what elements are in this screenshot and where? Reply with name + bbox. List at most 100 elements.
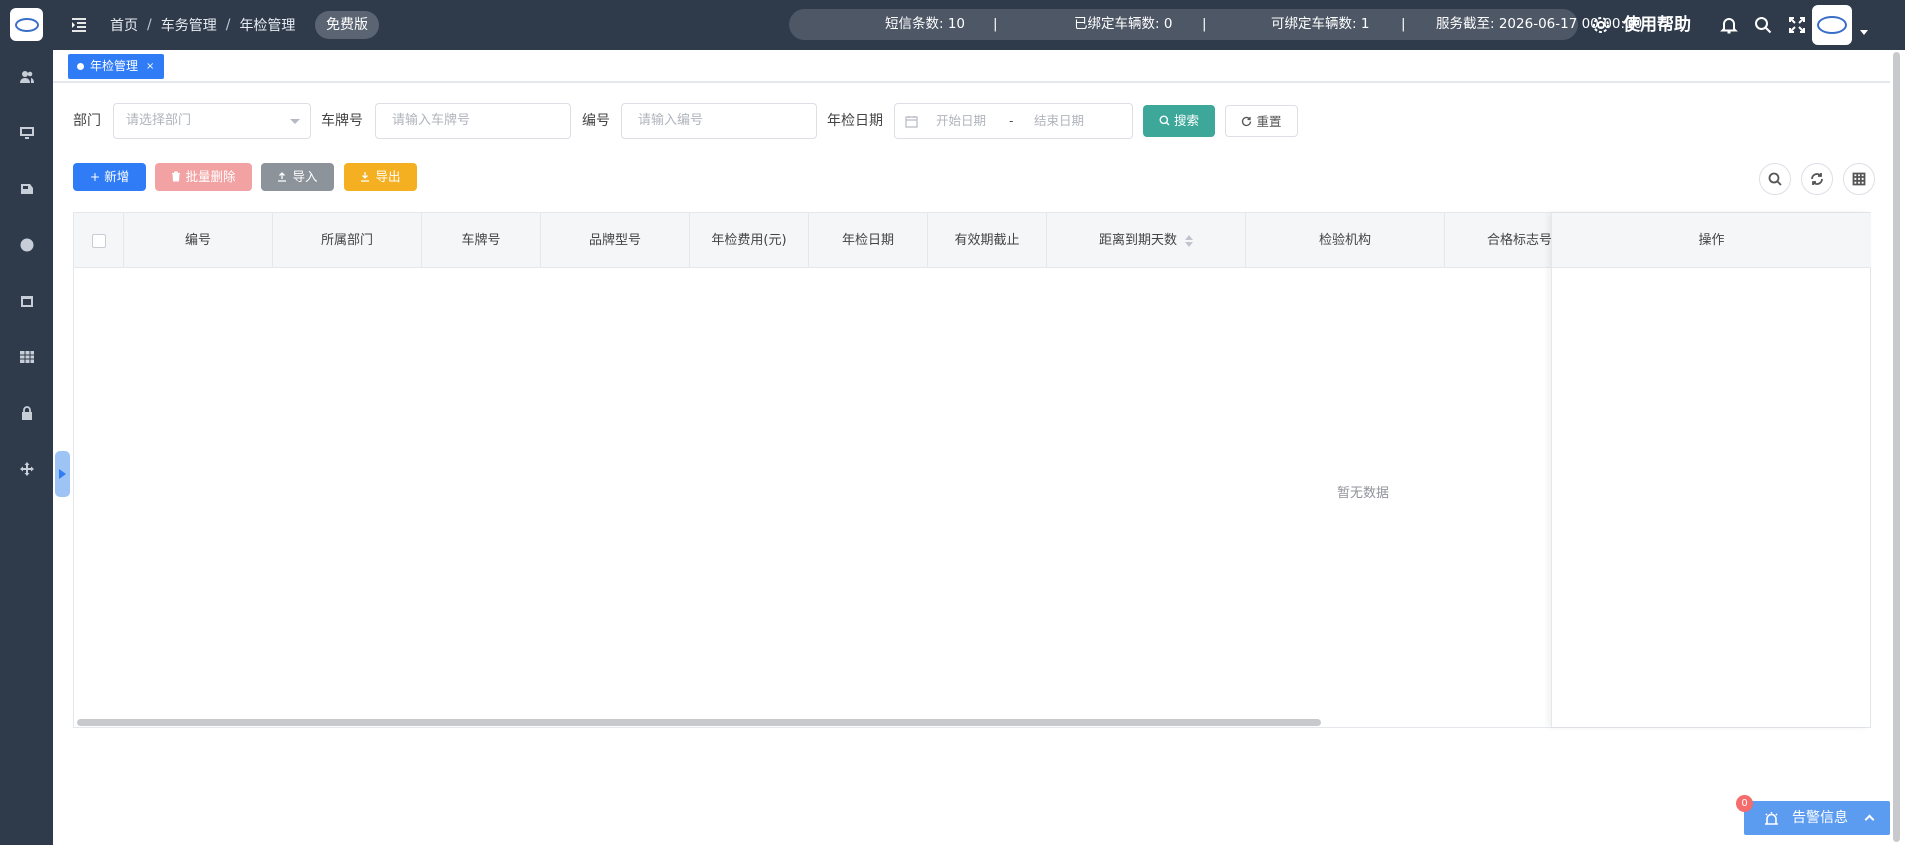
fixed-action-column: 操作 <box>1551 213 1871 727</box>
user-menu-caret-icon[interactable] <box>1860 30 1868 35</box>
grid-icon <box>19 351 34 363</box>
sidebar-item-monitor[interactable] <box>0 113 53 153</box>
col-inspection-agency: 检验机构 <box>1246 213 1445 268</box>
sort-icon[interactable] <box>1185 234 1193 247</box>
upload-icon <box>278 172 287 182</box>
settings-gear-icon[interactable] <box>1591 15 1611 35</box>
dept-label: 部门 <box>73 113 101 129</box>
reset-button-label: 重置 <box>1256 114 1282 129</box>
monitor-icon <box>19 127 34 139</box>
import-button[interactable]: 导入 <box>261 163 334 191</box>
alarm-bell-icon <box>1765 812 1778 825</box>
breadcrumb-sep: / <box>147 17 152 33</box>
sidebar-item-users[interactable] <box>0 57 53 97</box>
col-brand-model: 品牌型号 <box>541 213 690 268</box>
col-code: 编号 <box>124 213 273 268</box>
edition-badge: 免费版 <box>315 11 379 39</box>
bindable-vehicle-count: 可绑定车辆数: 1 <box>1271 16 1370 32</box>
logo-mark-icon <box>14 17 39 32</box>
breadcrumb-vehicle-affairs[interactable]: 车务管理 <box>161 15 217 35</box>
export-button[interactable]: 导出 <box>344 163 417 191</box>
toggle-search-button[interactable] <box>1759 163 1791 195</box>
page-vertical-scrollbar[interactable] <box>1893 52 1900 842</box>
grid-icon <box>1852 172 1866 186</box>
code-placeholder: 请输入编号 <box>638 113 704 128</box>
breadcrumb-current: 年检管理 <box>239 18 296 34</box>
stats-divider: | <box>1202 16 1207 32</box>
plate-input[interactable]: 请输入车牌号 <box>375 103 571 139</box>
alarm-label: 告警信息 <box>1792 810 1848 826</box>
tag-label: 年检管理 <box>90 59 139 73</box>
tags-bar: 年检管理 × <box>53 50 1890 83</box>
panel-expand-handle[interactable] <box>55 451 70 497</box>
sidebar-item-globe[interactable] <box>0 225 53 265</box>
col-department: 所属部门 <box>273 213 422 268</box>
code-input[interactable]: 请输入编号 <box>621 103 817 139</box>
sidebar-item-grid[interactable] <box>0 337 53 377</box>
sidebar <box>0 0 53 845</box>
select-all-checkbox[interactable] <box>74 213 124 268</box>
top-bar: 首页 / 车务管理 / 年检管理 免费版 短信条数: 10 | 已绑定车辆数: … <box>53 0 1905 50</box>
chevron-down-icon <box>290 119 300 124</box>
date-end-input[interactable]: 结束日期 <box>1034 104 1084 138</box>
bound-vehicle-count: 已绑定车辆数: 0 <box>1074 16 1173 32</box>
search-icon <box>1159 115 1170 126</box>
col-days-left[interactable]: 距离到期天数 <box>1047 213 1246 268</box>
expand-arrow-icon <box>59 469 66 479</box>
sidebar-item-move[interactable] <box>0 449 53 489</box>
stats-divider: | <box>1401 16 1406 32</box>
fullscreen-icon[interactable] <box>1787 15 1807 35</box>
col-days-left-label: 距离到期天数 <box>1098 233 1177 248</box>
account-stats-bar: 短信条数: 10 | 已绑定车辆数: 0 | 可绑定车辆数: 1 | 服务截至:… <box>789 9 1642 40</box>
calendar-icon <box>905 116 918 128</box>
plate-label: 车牌号 <box>321 113 363 129</box>
stats-divider: | <box>993 16 998 32</box>
search-button[interactable]: 搜索 <box>1143 105 1215 137</box>
date-range-picker[interactable]: 开始日期 - 结束日期 <box>894 103 1133 139</box>
sidebar-item-lock[interactable] <box>0 393 53 433</box>
date-start-input[interactable]: 开始日期 <box>936 104 986 138</box>
lock-icon <box>21 406 32 420</box>
active-dot-icon <box>77 63 84 70</box>
inspection-table: 编号 所属部门 车牌号 品牌型号 年检费用(元) 年检日期 有效期截止 距离到期… <box>73 212 1871 728</box>
tag-close-icon[interactable]: × <box>146 54 154 79</box>
refresh-icon <box>1811 173 1823 185</box>
vehicle-icon <box>20 184 33 194</box>
batch-delete-label: 批量删除 <box>185 169 236 184</box>
alarm-panel-toggle[interactable]: 告警信息 <box>1744 801 1890 835</box>
trash-icon <box>172 171 181 182</box>
date-label: 年检日期 <box>827 113 883 129</box>
refresh-table-button[interactable] <box>1801 163 1833 195</box>
alarm-count-badge: 0 <box>1736 795 1753 812</box>
search-icon[interactable] <box>1753 15 1773 35</box>
app-logo[interactable] <box>10 8 43 41</box>
plate-placeholder: 请输入车牌号 <box>392 113 471 128</box>
col-fee: 年检费用(元) <box>690 213 809 268</box>
sidebar-item-vehicle[interactable] <box>0 169 53 209</box>
breadcrumb-home[interactable]: 首页 <box>110 15 138 35</box>
sms-count: 短信条数: 10 <box>885 16 966 32</box>
column-settings-button[interactable] <box>1843 163 1875 195</box>
export-label: 导出 <box>375 169 401 184</box>
avatar-logo-icon <box>1817 16 1847 34</box>
table-horizontal-scrollbar[interactable] <box>77 719 1321 726</box>
add-button[interactable]: + 新增 <box>73 163 146 191</box>
batch-delete-button[interactable]: 批量删除 <box>155 163 252 191</box>
help-link[interactable]: 使用帮助 <box>1623 0 1691 50</box>
bell-icon[interactable] <box>1719 15 1739 35</box>
dept-select[interactable]: 请选择部门 <box>113 103 311 139</box>
globe-icon <box>20 238 33 252</box>
breadcrumb: 首页 / 车务管理 / 年检管理 <box>110 0 295 50</box>
empty-state-text: 暂无数据 <box>1337 486 1390 501</box>
user-avatar[interactable] <box>1812 5 1852 45</box>
col-inspection-date: 年检日期 <box>809 213 928 268</box>
collapse-menu-icon[interactable] <box>69 15 89 35</box>
sidebar-item-calendar[interactable] <box>0 281 53 321</box>
refresh-icon <box>1242 116 1252 127</box>
col-actions: 操作 <box>1552 213 1871 268</box>
col-plate: 车牌号 <box>422 213 541 268</box>
dept-placeholder: 请选择部门 <box>126 113 192 128</box>
tag-annual-inspection[interactable]: 年检管理 × <box>68 54 165 79</box>
calendar-icon <box>20 296 33 307</box>
reset-button[interactable]: 重置 <box>1225 105 1298 137</box>
